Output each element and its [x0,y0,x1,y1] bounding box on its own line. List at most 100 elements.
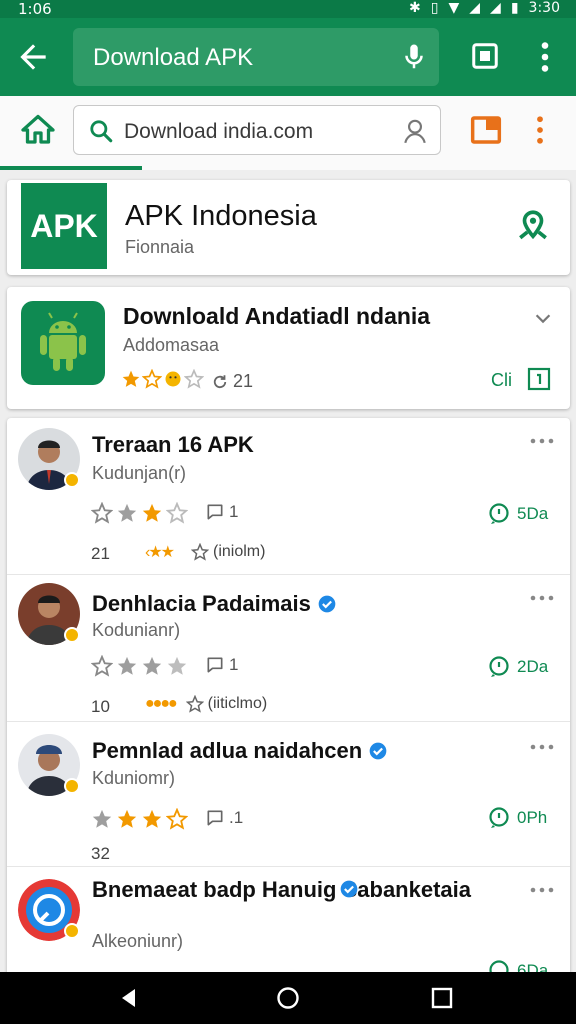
post-reactions[interactable]: ●●●● (iiticlmo) [145,695,267,713]
emoji-icon [165,371,181,387]
wifi-icon: ▼ [448,0,460,16]
post-rating-stars [91,502,188,524]
reaction-emoji-icon: ●●●● [145,695,178,712]
active-tab-indicator [0,166,142,170]
chat-bubble-icon [489,656,509,677]
post-item[interactable]: Pemnlad adlua naidahcen Kduniomr) .1 0Ph… [7,722,570,867]
nav-back-icon[interactable] [117,986,141,1010]
post-menu-icon[interactable] [530,885,554,895]
more-vert-icon[interactable] [530,38,560,76]
reply-count-text: .1 [229,808,244,827]
duration-text: 2Da [517,657,549,676]
post-stat: 10 [91,697,110,716]
star-outline-icon [191,543,210,561]
post-author: Pemnlad adlua naidahcen [92,738,388,764]
status-icons: ✱ ▯ ▼ ◢ ◢ ▮ 3:30 [409,0,560,16]
post-item[interactable]: Treraan 16 APK Kudunjan(r) 1 5Da 21 ‹★★ … [7,418,570,575]
chat-bubble-icon [489,503,509,524]
post-item[interactable]: Bnemaeat badp Hanuig Sabanketaia Alkeoni… [7,867,570,978]
search-icon [90,120,113,143]
app-subtitle: Addomasaa [123,335,220,355]
star-icon [92,809,112,828]
badge-icon [64,472,80,488]
star-icon [166,502,188,524]
reply-count[interactable]: .1 [205,808,243,828]
tabs-icon[interactable] [470,41,500,71]
post-author: Bnemaeat badp Hanuig Sabanketaia [92,877,492,903]
nav-recents-icon[interactable] [430,986,454,1010]
back-arrow-icon[interactable] [14,38,52,76]
reactions-label: (iiticlmo) [207,695,268,712]
vibrate-icon: ▯ [430,0,439,16]
rating-count-text: 21 [233,371,254,391]
search-row: Download india.com [0,96,576,170]
post-duration: 2Da [487,655,548,679]
star-icon [122,370,140,387]
verified-icon [318,595,336,613]
status-time-left: 1:06 [18,0,52,18]
location-pin-icon[interactable] [516,208,550,242]
reply-count-text: 1 [229,502,239,521]
star-outline-icon [185,695,204,713]
system-nav-bar [0,972,576,1024]
verified-icon [340,880,358,898]
app-rating-count: 21 [211,371,253,392]
reply-count[interactable]: 1 [205,655,238,675]
chevron-down-icon[interactable] [532,307,554,329]
post-duration: 0Ph [487,806,547,830]
duration-text: 5Da [517,504,549,523]
app-bar: Download APK [0,18,576,96]
tab-switcher-icon[interactable] [470,114,502,146]
star-icon [167,656,187,675]
mic-icon[interactable] [399,42,429,72]
post-menu-icon[interactable] [530,436,554,446]
bluetooth-icon: ✱ [409,0,421,16]
badge-icon [64,923,80,939]
post-author: Treraan 16 APK [92,432,254,457]
home-icon[interactable] [20,112,56,148]
duration-text: 0Ph [517,808,548,827]
open-box-icon[interactable] [527,367,551,391]
star-icon [117,809,137,828]
verified-icon [369,742,387,760]
post-reactions[interactable]: ‹★★ (iniolm) [145,542,265,562]
search-query: Download india.com [124,120,314,143]
battery-icon: ▮ [510,0,519,16]
app-card[interactable]: Downloald Andatiadl ndania Addomasaa 21 … [7,287,570,409]
post-rating-stars [91,655,188,677]
post-stat: 21 [91,544,110,563]
post-menu-icon[interactable] [530,593,554,603]
post-menu-icon[interactable] [530,742,554,752]
account-icon[interactable] [402,117,428,145]
reply-count[interactable]: 1 [205,502,238,522]
reaction-emoji-icon: ‹★★ [145,544,175,561]
badge-icon [64,778,80,794]
star-icon [142,503,162,522]
comment-icon [207,657,223,673]
title-field[interactable]: Download APK [73,28,439,86]
star-icon [142,369,162,389]
post-item[interactable]: Denhlacia Padaimais Kodunianr) 1 2Da 10 … [7,575,570,722]
app-bar-title: Download APK [93,44,254,71]
star-icon [91,502,113,524]
refresh-icon [213,374,227,388]
star-icon [117,503,137,522]
android-app-icon [21,301,105,385]
site-header-card[interactable]: APK APK Indonesia Fionnaia [7,180,570,275]
star-icon [184,369,204,389]
apk-logo: APK [21,183,107,269]
post-stat: 32 [91,844,110,863]
nav-home-icon[interactable] [276,986,300,1010]
search-input[interactable]: Download india.com [73,105,441,155]
star-icon [142,656,162,675]
star-icon [142,809,162,828]
post-author-text: Bnemaeat badp Hanuig Sabanketaia [92,877,471,902]
overflow-menu-icon[interactable] [532,112,548,148]
post-feed: Treraan 16 APK Kudunjan(r) 1 5Da 21 ‹★★ … [7,418,570,978]
app-name: Downloald Andatiadl ndania [123,303,431,329]
post-handle: Kudunjan(r) [92,463,187,483]
signal-icon: ◢ [469,0,481,16]
app-rating-stars [121,369,204,389]
post-rating-stars [91,808,188,830]
post-handle: Kodunianr) [92,620,181,640]
